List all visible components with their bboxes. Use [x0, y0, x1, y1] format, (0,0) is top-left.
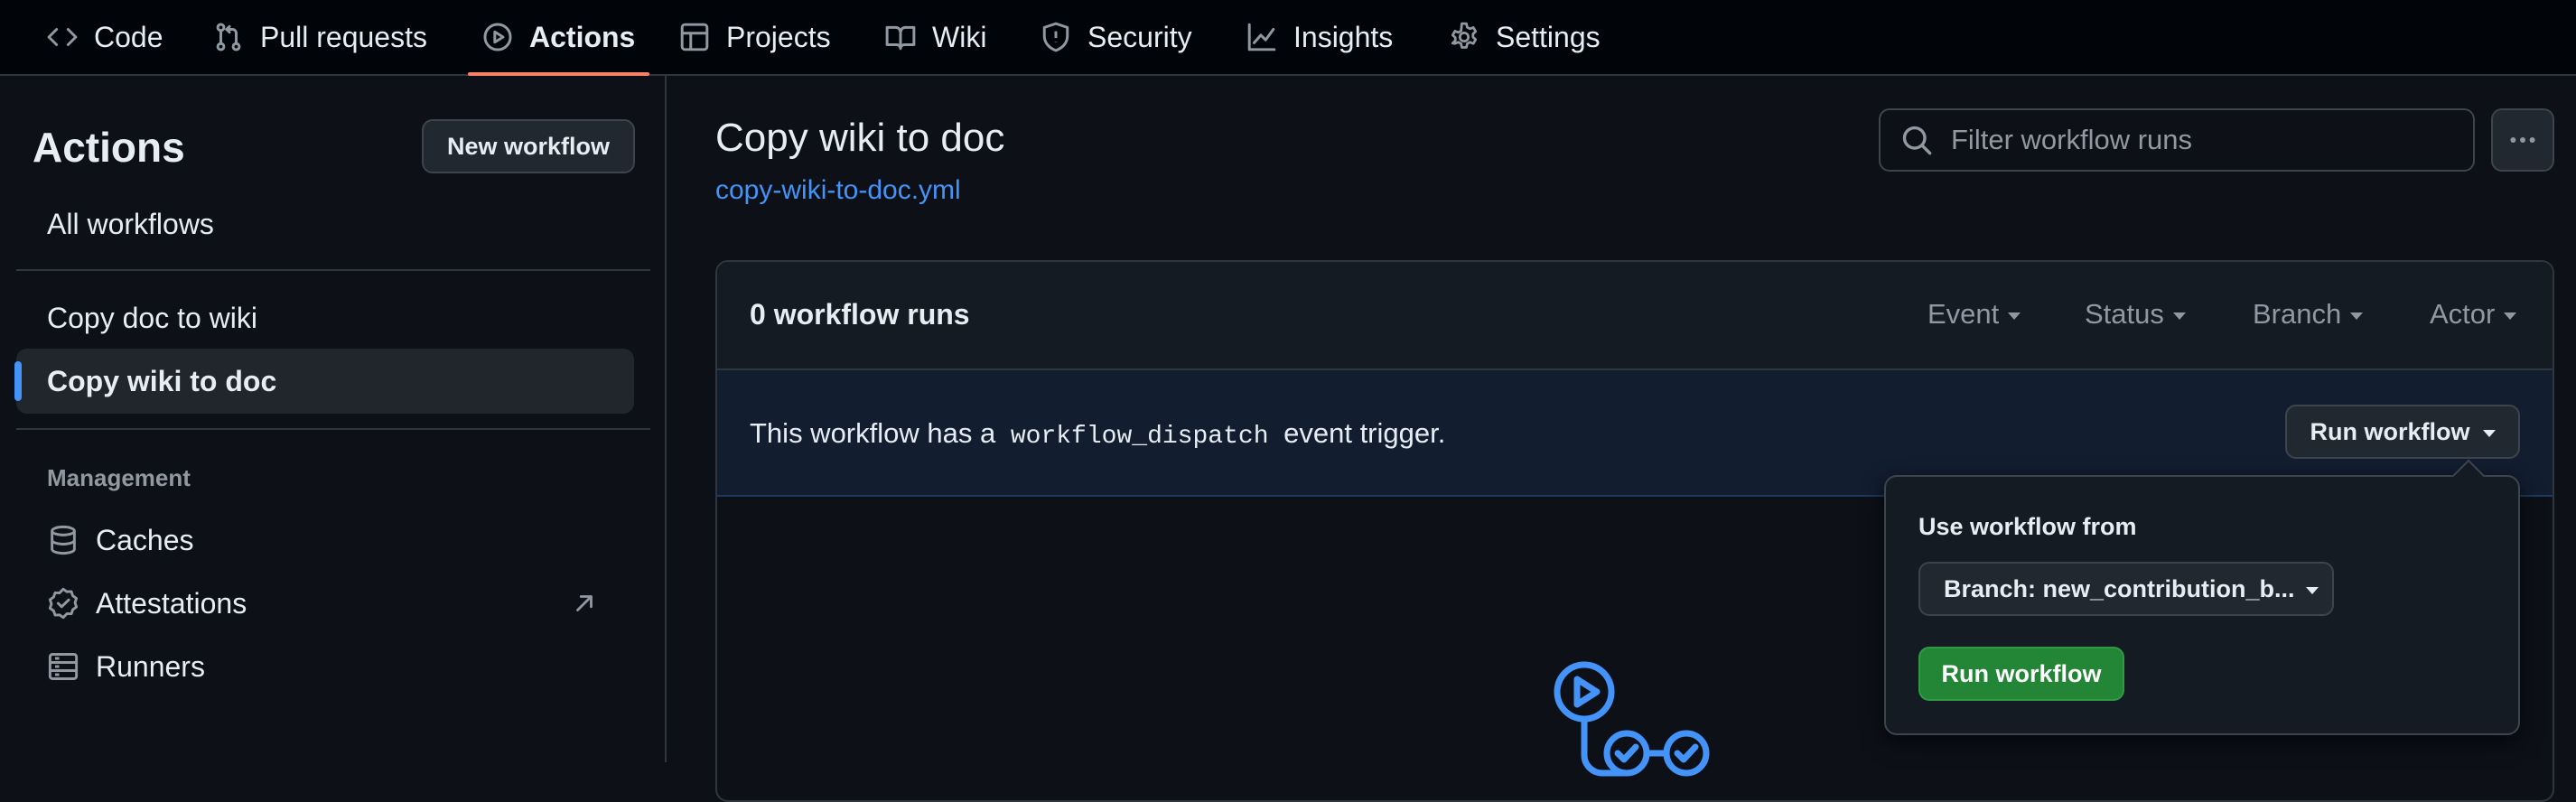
sidebar-item-attestations[interactable]: Attestations: [16, 571, 634, 636]
sidebar-item-runners[interactable]: Runners: [16, 634, 634, 699]
book-icon: [885, 25, 916, 51]
dispatch-prefix: This workflow has a: [750, 417, 996, 449]
run-workflow-submit-button[interactable]: Run workflow: [1918, 647, 2124, 701]
filter-runs-input[interactable]: [1949, 123, 2473, 157]
sidebar-item-copy-doc-to-wiki[interactable]: Copy doc to wiki: [16, 285, 634, 350]
caret-down-icon: [2172, 312, 2186, 320]
sidebar-divider: [16, 269, 650, 271]
use-workflow-from-label: Use workflow from: [1918, 513, 2137, 540]
graph-icon: [1247, 23, 1276, 51]
caret-down-icon: [2504, 312, 2517, 320]
new-workflow-button[interactable]: New workflow: [422, 119, 635, 173]
filter-actor[interactable]: Actor: [2430, 298, 2517, 331]
tab-label: Pull requests: [260, 20, 427, 53]
caret-down-icon: [2350, 312, 2364, 320]
database-icon: [51, 525, 76, 555]
shield-icon: [1042, 22, 1069, 52]
sidebar-divider: [16, 428, 650, 430]
tab-label: Actions: [529, 20, 636, 53]
sidebar-item-label: All workflows: [47, 207, 214, 240]
tab-code[interactable]: Code: [47, 0, 163, 74]
sidebar-item-copy-wiki-to-doc[interactable]: Copy wiki to doc: [14, 349, 634, 414]
server-icon: [48, 653, 79, 680]
filter-label: Status: [2085, 298, 2164, 330]
sidebar-item-label: Runners: [96, 649, 205, 683]
sidebar-item-label: Attestations: [96, 586, 247, 620]
filter-label: Event: [1927, 298, 2000, 330]
play-icon: [483, 23, 512, 51]
workflow-file-link[interactable]: copy-wiki-to-doc.yml: [715, 175, 961, 206]
tab-label: Insights: [1293, 20, 1394, 53]
tab-projects[interactable]: Projects: [679, 0, 831, 74]
more-options-button[interactable]: [2491, 108, 2554, 172]
caret-down-icon: [2482, 430, 2496, 437]
tab-insights[interactable]: Insights: [1246, 0, 1393, 74]
caret-down-icon: [2008, 312, 2021, 320]
sidebar-title: Actions: [33, 124, 185, 171]
table-icon: [680, 23, 709, 51]
tab-label: Settings: [1496, 20, 1601, 53]
tab-actions[interactable]: Actions: [467, 0, 650, 76]
tab-label: Security: [1087, 20, 1192, 53]
branch-select-label: Branch: new_contribution_b...: [1944, 574, 2295, 602]
run-workflow-dropdown: Use workflow from Branch: new_contributi…: [1884, 475, 2520, 735]
pull-request-icon: [216, 23, 241, 51]
code-icon: [47, 28, 78, 46]
dispatch-suffix: event trigger.: [1283, 417, 1446, 449]
search-icon: [1902, 126, 1932, 155]
dispatch-message: This workflow has a workflow_dispatch ev…: [750, 417, 1445, 451]
gear-icon: [1451, 22, 1478, 49]
run-workflow-label: Run workflow: [2310, 417, 2470, 445]
filter-label: Branch: [2253, 298, 2342, 330]
tab-security[interactable]: Security: [1041, 0, 1192, 74]
external-link-icon: [576, 595, 593, 611]
caret-down-icon: [2305, 587, 2319, 594]
tab-label: Projects: [726, 20, 831, 53]
workflow-illustration-icon: [1554, 661, 1710, 777]
tab-label: Wiki: [932, 20, 987, 53]
tab-label: Code: [94, 20, 163, 53]
management-heading: Management: [47, 464, 191, 491]
actions-sidebar: Actions New workflow All workflows Copy …: [0, 76, 667, 762]
filter-runs-search[interactable]: [1879, 108, 2475, 172]
workflow-title: Copy wiki to doc: [715, 116, 1005, 160]
tab-wiki[interactable]: Wiki: [885, 0, 986, 74]
filter-branch[interactable]: Branch: [2253, 298, 2364, 331]
runs-count: 0 workflow runs: [750, 298, 970, 331]
sidebar-item-all-workflows[interactable]: All workflows: [16, 191, 634, 256]
filter-event[interactable]: Event: [1927, 298, 2021, 331]
sidebar-item-label: Copy wiki to doc: [47, 364, 277, 397]
sidebar-item-caches[interactable]: Caches: [16, 508, 634, 573]
dispatch-event-code: workflow_dispatch: [1010, 423, 1269, 451]
sidebar-item-label: Copy doc to wiki: [47, 301, 257, 334]
filter-label: Actor: [2430, 298, 2496, 330]
tab-pull-requests[interactable]: Pull requests: [213, 0, 427, 74]
filter-status[interactable]: Status: [2085, 298, 2186, 331]
tab-settings[interactable]: Settings: [1449, 0, 1601, 74]
run-workflow-menu-button[interactable]: Run workflow: [2285, 405, 2520, 459]
branch-select-button[interactable]: Branch: new_contribution_b...: [1918, 562, 2334, 616]
runs-header: 0 workflow runs Event Status Branch Acto…: [717, 262, 2553, 370]
sidebar-item-label: Caches: [96, 523, 194, 556]
verified-icon: [48, 587, 79, 620]
repo-nav: Code Pull requests Actions Projects Wiki…: [0, 0, 2576, 76]
kebab-horizontal-icon: [2510, 137, 2535, 143]
